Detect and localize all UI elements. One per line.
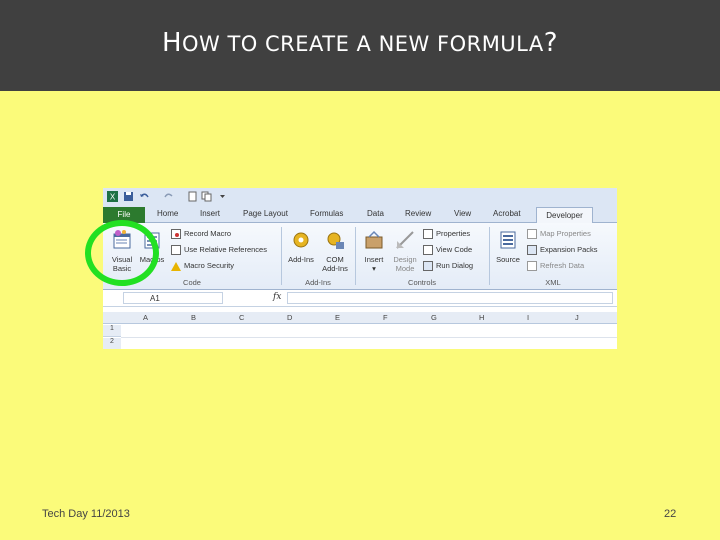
view-code-icon xyxy=(423,245,433,256)
com-add-ins-label-2: Add-Ins xyxy=(322,264,348,273)
tab-page-layout[interactable]: Page Layout xyxy=(243,209,288,218)
name-box[interactable]: A1 xyxy=(123,292,223,304)
design-mode-label-2: Mode xyxy=(395,264,415,273)
gridline xyxy=(121,337,617,338)
refresh-data-icon xyxy=(527,261,537,272)
page-number: 22 xyxy=(664,508,677,520)
view-code-button[interactable]: View Code xyxy=(423,245,473,256)
formula-bar: A1 fx xyxy=(103,290,617,307)
redo-icon[interactable] xyxy=(163,191,174,202)
tab-insert[interactable]: Insert xyxy=(200,209,220,218)
column-header[interactable]: E xyxy=(335,313,340,322)
group-separator xyxy=(355,227,356,285)
refresh-data-label: Refresh Data xyxy=(540,261,585,270)
record-macro-button[interactable]: Record Macro xyxy=(171,229,232,240)
xml-source-icon xyxy=(500,231,516,249)
toolbox-icon xyxy=(365,230,383,249)
footer-date: Tech Day 11/2013 xyxy=(42,508,130,520)
use-relative-references-label: Use Relative References xyxy=(184,245,267,254)
insert-control-button[interactable]: Insert ▾ xyxy=(359,229,389,273)
new-document-icon[interactable] xyxy=(187,191,198,202)
com-add-ins-label-1: COM xyxy=(326,255,344,264)
column-header[interactable]: G xyxy=(431,313,437,322)
slide-title-end: ? xyxy=(543,28,559,58)
map-properties-label: Map Properties xyxy=(540,229,591,238)
undo-icon[interactable] xyxy=(139,191,150,202)
column-header[interactable]: A xyxy=(143,313,148,322)
add-ins-label: Add-Ins xyxy=(288,255,314,264)
slide-title-first: H xyxy=(161,28,182,58)
row-header[interactable]: 2 xyxy=(103,338,121,349)
slide-title: HOW TO CREATE A NEW FORMULA? xyxy=(0,28,720,58)
run-dialog-label: Run Dialog xyxy=(436,261,474,270)
expansion-packs-button[interactable]: Expansion Packs xyxy=(527,245,598,256)
source-label: Source xyxy=(496,255,520,264)
warning-icon xyxy=(171,261,181,271)
expansion-packs-icon xyxy=(527,245,537,256)
design-mode-label-1: Design xyxy=(393,255,417,264)
relative-references-icon xyxy=(171,245,181,256)
record-macro-icon xyxy=(171,229,181,240)
insert-function-icon[interactable]: fx xyxy=(273,292,281,302)
qat-dropdown-icon[interactable] xyxy=(217,191,228,202)
copy-icon[interactable] xyxy=(201,191,212,202)
design-mode-button[interactable]: Design Mode xyxy=(389,229,421,273)
slide-title-rest: OW TO CREATE A NEW FORMULA xyxy=(182,32,544,56)
view-code-label: View Code xyxy=(436,245,473,254)
ribbon-developer: Visual Basic Macros Record Macro Use Rel… xyxy=(103,223,617,290)
tab-acrobat[interactable]: Acrobat xyxy=(493,209,521,218)
quick-access-toolbar: X xyxy=(103,188,617,206)
tab-developer[interactable]: Developer xyxy=(536,207,593,224)
insert-dropdown-icon: ▾ xyxy=(372,264,376,273)
column-header[interactable]: J xyxy=(575,313,579,322)
properties-label: Properties xyxy=(436,229,471,238)
column-header[interactable]: D xyxy=(287,313,292,322)
column-header[interactable]: F xyxy=(383,313,388,322)
excel-screenshot: X File Home Insert Page Layout Formulas … xyxy=(103,188,617,349)
properties-icon xyxy=(423,229,433,240)
tab-view[interactable]: View xyxy=(454,209,471,218)
use-relative-references-button[interactable]: Use Relative References xyxy=(171,245,267,256)
tab-review[interactable]: Review xyxy=(405,209,431,218)
run-dialog-button[interactable]: Run Dialog xyxy=(423,261,474,272)
add-ins-group-label: Add-Ins xyxy=(305,278,331,287)
group-separator xyxy=(281,227,282,285)
run-dialog-icon xyxy=(423,261,433,272)
column-header[interactable]: B xyxy=(191,313,196,322)
macro-security-button[interactable]: Macro Security xyxy=(171,261,234,271)
xml-group-label: XML xyxy=(545,278,561,287)
controls-group-label: Controls xyxy=(408,278,436,287)
ribbon-tabs: File Home Insert Page Layout Formulas Da… xyxy=(103,206,617,224)
source-button[interactable]: Source xyxy=(493,229,523,264)
properties-button[interactable]: Properties xyxy=(423,229,471,240)
add-ins-button[interactable]: Add-Ins xyxy=(285,229,317,264)
record-macro-label: Record Macro xyxy=(184,229,232,238)
highlight-circle xyxy=(85,220,159,286)
tab-data[interactable]: Data xyxy=(367,209,384,218)
com-add-ins-button[interactable]: COM Add-Ins xyxy=(319,229,351,273)
map-properties-icon xyxy=(527,229,537,240)
com-add-ins-gear-icon xyxy=(327,232,344,249)
save-icon[interactable] xyxy=(123,191,134,202)
macro-security-label: Macro Security xyxy=(184,261,235,270)
column-header[interactable]: H xyxy=(479,313,484,322)
map-properties-button[interactable]: Map Properties xyxy=(527,229,591,240)
formula-input[interactable] xyxy=(287,292,613,304)
add-ins-gear-icon xyxy=(293,232,309,248)
tab-home[interactable]: Home xyxy=(157,209,178,218)
column-header[interactable]: C xyxy=(239,313,244,322)
excel-logo-icon: X xyxy=(107,191,118,202)
row-header[interactable]: 1 xyxy=(103,325,121,337)
expansion-packs-label: Expansion Packs xyxy=(540,245,598,254)
group-separator xyxy=(489,227,490,285)
refresh-data-button[interactable]: Refresh Data xyxy=(527,261,585,272)
column-header[interactable]: I xyxy=(527,313,529,322)
svg-text:X: X xyxy=(110,193,116,202)
column-headers: A B C D E F G H I J xyxy=(103,312,617,324)
insert-control-label: Insert xyxy=(364,255,384,264)
tab-formulas[interactable]: Formulas xyxy=(310,209,343,218)
design-mode-icon xyxy=(396,231,414,249)
